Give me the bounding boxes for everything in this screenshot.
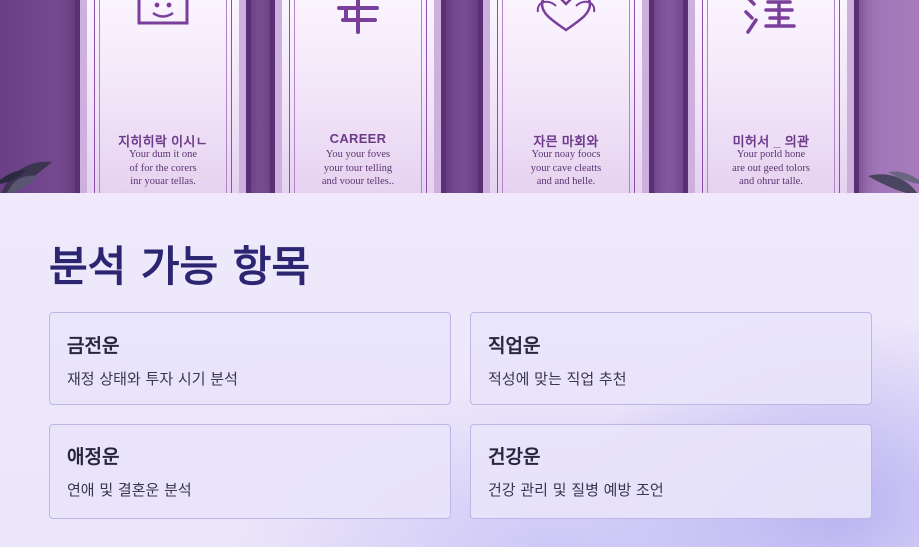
panel-desc: You your foves your tour telling and voo…	[321, 149, 395, 187]
card-health: 건강운 건강 관리 및 질병 예방 조언	[470, 424, 872, 519]
face-box-icon	[87, 0, 239, 36]
card-title: 건강운	[488, 446, 541, 468]
analysis-section: 분석 가능 항목 금전운 재정 상태와 투자 시기 분석 직업운 적성에 맞는 …	[0, 193, 919, 547]
card-career: 직업운 적성에 맞는 직업 추천	[470, 312, 872, 405]
panel-desc: Your noay foocs your cave cleatts and an…	[530, 149, 602, 187]
card-title: 직업운	[488, 335, 541, 357]
hero-panel-2: CAREER You your foves your tour telling …	[282, 0, 434, 193]
plant-right-icon	[868, 171, 919, 193]
hero-panel-3: 자믄 마회와 Your noay foocs your cave cleatts…	[490, 0, 642, 193]
health-char-icon	[695, 0, 847, 36]
card-title: 애정운	[67, 446, 120, 468]
card-desc: 연애 및 결혼운 분석	[67, 481, 192, 499]
hero-banner-image: 지히히락 이시ㄴ Your dum it one of for the core…	[0, 0, 919, 193]
panel-desc: Your porld hone are out geed tolors and …	[732, 149, 810, 187]
year-char-icon	[282, 0, 434, 36]
hero-panel-1: 지히히락 이시ㄴ Your dum it one of for the core…	[87, 0, 239, 193]
heart-icon	[490, 0, 642, 36]
card-title: 금전운	[67, 335, 120, 357]
hero-panel-4: 미허서 _ 의관 Your porld hone are out geed to…	[695, 0, 847, 193]
section-title: 분석 가능 항목	[49, 242, 311, 291]
card-desc: 적성에 맞는 직업 추천	[488, 370, 627, 388]
card-love: 애정운 연애 및 결혼운 분석	[49, 424, 451, 519]
panel-desc: Your dum it one of for the corers inr yo…	[128, 149, 198, 187]
panel-title: CAREER	[329, 131, 387, 146]
plant-left-icon	[0, 161, 52, 193]
card-wealth: 금전운 재정 상태와 투자 시기 분석	[49, 312, 451, 405]
card-desc: 건강 관리 및 질병 예방 조언	[488, 481, 664, 499]
card-desc: 재정 상태와 투자 시기 분석	[67, 370, 238, 388]
